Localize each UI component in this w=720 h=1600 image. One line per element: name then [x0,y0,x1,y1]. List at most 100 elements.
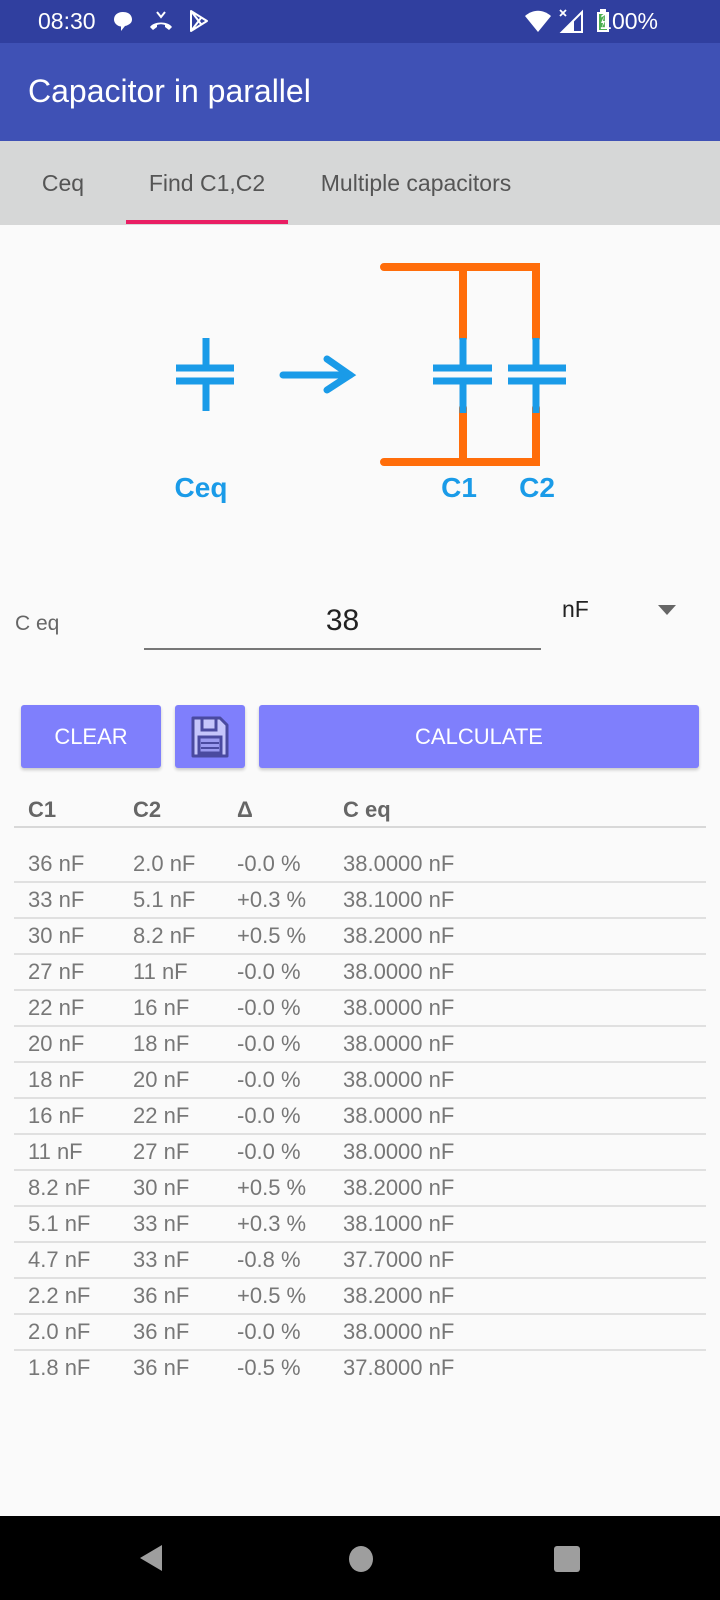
header-c2: C2 [133,797,162,822]
cell-c2: 36 nF [133,1355,190,1380]
tab-find-c1-c2[interactable]: Find C1,C2 [126,141,288,225]
header-c1: C1 [28,797,57,822]
c1-capacitor-symbol [433,338,492,413]
cell-c2: 33 nF [133,1247,190,1272]
cell-delta: -0.5 % [237,1355,301,1380]
navigation-bar [0,1516,720,1600]
cell-c1: 16 nF [28,1103,85,1128]
diagram-label-ceq: Ceq [175,472,228,503]
table-row: 36 nF 2.0 nF -0.0 % 38.0000 nF [14,847,706,883]
cell-c1: 33 nF [28,887,85,912]
cell-c1: 1.8 nF [28,1355,91,1380]
missed-call-icon [150,11,172,30]
calculate-button[interactable]: CALCULATE [259,705,699,768]
table-row: 11 nF 27 nF -0.0 % 38.0000 nF [14,1135,706,1171]
cell-c2: 2.0 nF [133,851,196,876]
cell-c1: 27 nF [28,959,85,984]
table-row: 22 nF 16 nF -0.0 % 38.0000 nF [14,991,706,1027]
cell-delta: +0.5 % [237,1283,307,1308]
table-row: 18 nF 20 nF -0.0 % 38.0000 nF [14,1063,706,1099]
save-button[interactable] [175,705,245,768]
table-row: 20 nF 18 nF -0.0 % 38.0000 nF [14,1027,706,1063]
cell-ceq: 38.0000 nF [343,1319,455,1344]
cell-delta: +0.3 % [237,887,307,912]
cell-delta: -0.8 % [237,1247,301,1272]
header-ceq: C eq [343,797,391,822]
ceq-input-wrapper [144,594,541,650]
recents-icon[interactable] [553,1545,581,1573]
cell-ceq: 37.7000 nF [343,1247,455,1272]
cell-ceq: 38.0000 nF [343,1067,455,1092]
diagram-label-c2: C2 [519,472,555,503]
cell-delta: -0.0 % [237,1103,301,1128]
table-row: 5.1 nF 33 nF +0.3 % 38.1000 nF [14,1207,706,1243]
battery-percent: 100% [599,8,658,34]
unit-dropdown[interactable]: nF [560,580,690,630]
tab-multiple-capacitors[interactable]: Multiple capacitors [296,141,536,225]
tab-ceq[interactable]: Ceq [20,141,106,225]
cell-c2: 27 nF [133,1139,190,1164]
dropdown-arrow-icon [658,605,676,615]
back-icon[interactable] [136,1543,166,1573]
cell-c2: 36 nF [133,1319,190,1344]
signal-icon [559,9,583,33]
parallel-capacitor-diagram: Ceq C1 C2 [175,263,566,503]
active-tab-indicator [126,220,288,224]
table-row: 1.8 nF 36 nF -0.5 % 37.8000 nF [14,1351,706,1387]
home-icon[interactable] [348,1545,374,1573]
app-title: Capacitor in parallel [28,73,311,109]
cell-c1: 22 nF [28,995,85,1020]
cell-ceq: 38.0000 nF [343,1103,455,1128]
cell-ceq: 38.0000 nF [343,1139,455,1164]
table-header: C1 C2 Δ C eq [14,795,706,828]
cell-c2: 30 nF [133,1175,190,1200]
cell-delta: -0.0 % [237,1319,301,1344]
cell-delta: -0.0 % [237,959,301,984]
cell-c2: 18 nF [133,1031,190,1056]
cell-delta: -0.0 % [237,851,301,876]
cell-ceq: 38.0000 nF [343,851,455,876]
floppy-disk-icon [191,716,229,757]
cell-ceq: 38.1000 nF [343,887,455,912]
table-row: 2.2 nF 36 nF +0.5 % 38.2000 nF [14,1279,706,1315]
ceq-input[interactable] [144,594,541,648]
ceq-capacitor-symbol [176,338,234,411]
cell-c2: 33 nF [133,1211,190,1236]
arrow-icon [279,355,357,394]
play-store-icon [190,10,208,32]
chat-bubble-icon [114,12,132,31]
cell-delta: +0.5 % [237,923,307,948]
cell-c2: 36 nF [133,1283,190,1308]
status-bar: 08:30 100% [0,0,720,43]
cell-ceq: 38.1000 nF [343,1211,455,1236]
unit-selected-value: nF [562,596,589,622]
cell-delta: -0.0 % [237,1031,301,1056]
table-row: 8.2 nF 30 nF +0.5 % 38.2000 nF [14,1171,706,1207]
wifi-icon [525,10,551,32]
cell-c1: 36 nF [28,851,85,876]
cell-delta: -0.0 % [237,995,301,1020]
cell-c1: 2.0 nF [28,1319,91,1344]
cell-c1: 5.1 nF [28,1211,91,1236]
cell-ceq: 38.0000 nF [343,959,455,984]
cell-c1: 30 nF [28,923,85,948]
ceq-label: C eq [15,612,60,635]
table-row: 33 nF 5.1 nF +0.3 % 38.1000 nF [14,883,706,919]
cell-c1: 11 nF [28,1139,83,1164]
cell-c1: 8.2 nF [28,1175,91,1200]
cell-c2: 11 nF [133,959,188,984]
status-time: 08:30 [38,8,96,34]
cell-c1: 2.2 nF [28,1283,91,1308]
table-row: 27 nF 11 nF -0.0 % 38.0000 nF [14,955,706,991]
table-row: 4.7 nF 33 nF -0.8 % 37.7000 nF [14,1243,706,1279]
diagram-label-c1: C1 [441,472,477,503]
app-bar: Capacitor in parallel [0,43,720,141]
cell-c1: 4.7 nF [28,1247,91,1272]
cell-c1: 20 nF [28,1031,85,1056]
cell-delta: -0.0 % [237,1139,301,1164]
cell-ceq: 38.2000 nF [343,1175,455,1200]
table-row: 2.0 nF 36 nF -0.0 % 38.0000 nF [14,1315,706,1351]
c2-capacitor-symbol [508,338,566,413]
tab-bar: Ceq Find C1,C2 Multiple capacitors [0,141,720,225]
clear-button[interactable]: CLEAR [21,705,161,768]
